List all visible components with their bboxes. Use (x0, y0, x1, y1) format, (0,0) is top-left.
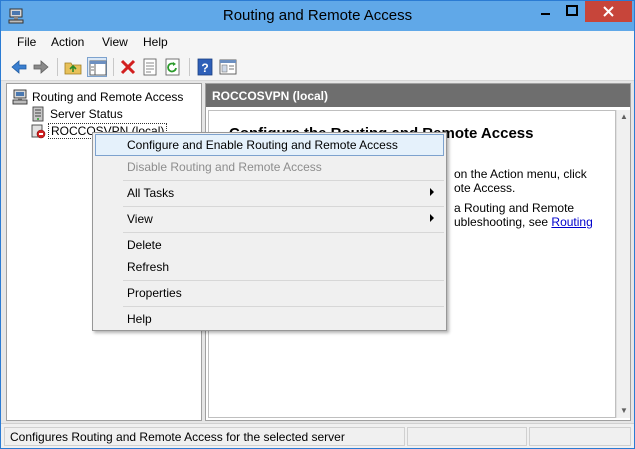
menu-action[interactable]: Action (51, 35, 84, 49)
routing-help-link[interactable]: Routing (551, 215, 592, 229)
toolbar: ? (1, 53, 634, 81)
menu-item-label: Refresh (127, 260, 170, 274)
tree-root-label: Routing and Remote Access (32, 90, 184, 104)
content-text-line: on the Action menu, click (454, 167, 587, 181)
status-cell-tertiary (529, 427, 631, 446)
menu-view[interactable]: View (102, 35, 128, 49)
properties-icon[interactable] (140, 57, 160, 77)
result-pane-header: ROCCOSVPN (local) (206, 84, 630, 107)
console-view-icon[interactable] (218, 57, 238, 77)
toolbar-separator (57, 58, 58, 76)
status-cell-main: Configures Routing and Remote Access for… (4, 427, 405, 446)
tree-item-label: Server Status (50, 107, 123, 121)
svg-text:?: ? (201, 61, 208, 75)
status-bar: Configures Routing and Remote Access for… (1, 423, 634, 448)
submenu-arrow-icon (430, 188, 434, 196)
menu-item-refresh[interactable]: Refresh (95, 256, 444, 278)
menu-item-label: Configure and Enable Routing and Remote … (127, 138, 398, 152)
menu-separator (123, 306, 444, 307)
scroll-up-arrow-icon[interactable]: ▲ (617, 110, 631, 124)
toolbar-separator (113, 58, 114, 76)
server-stopped-icon (30, 123, 46, 139)
menu-separator (123, 280, 444, 281)
menu-item-view[interactable]: View (95, 208, 444, 230)
menu-separator (123, 180, 444, 181)
content-text-line: a Routing and Remote (454, 201, 575, 215)
menu-item-label: Properties (127, 286, 182, 300)
routing-server-icon (12, 89, 28, 105)
menu-item-disable: Disable Routing and Remote Access (95, 156, 444, 178)
refresh-icon[interactable] (163, 57, 183, 77)
context-menu: Configure and Enable Routing and Remote … (92, 132, 447, 331)
status-text: Configures Routing and Remote Access for… (10, 430, 345, 444)
close-button[interactable] (585, 1, 632, 22)
menu-help[interactable]: Help (143, 35, 168, 49)
menu-item-label: Delete (127, 238, 162, 252)
menu-item-properties[interactable]: Properties (95, 282, 444, 304)
minimize-button[interactable] (531, 1, 559, 22)
status-cell-secondary (407, 427, 527, 446)
menu-item-label: View (127, 212, 153, 226)
submenu-arrow-icon (430, 214, 434, 222)
help-icon[interactable]: ? (195, 57, 215, 77)
content-text-fragment: ubleshooting, see (454, 215, 552, 229)
vertical-scrollbar[interactable]: ▲ ▼ (616, 110, 630, 418)
content-text-line: ote Access. (454, 181, 516, 195)
delete-icon[interactable] (118, 57, 138, 77)
menu-item-configure-enable[interactable]: Configure and Enable Routing and Remote … (95, 134, 444, 156)
app-window: Routing and Remote Access File Action Vi… (0, 0, 635, 449)
title-bar[interactable]: Routing and Remote Access (1, 1, 634, 31)
menu-item-label: Help (127, 312, 152, 326)
forward-arrow-icon[interactable] (31, 57, 51, 77)
menu-bar: File Action View Help (1, 31, 634, 53)
content-text-line: ubleshooting, see Routing (454, 215, 593, 229)
scroll-down-arrow-icon[interactable]: ▼ (617, 404, 631, 418)
menu-item-all-tasks[interactable]: All Tasks (95, 182, 444, 204)
show-hide-tree-icon[interactable] (87, 57, 107, 77)
menu-item-label: All Tasks (127, 186, 175, 200)
server-status-icon (30, 106, 46, 122)
menu-item-delete[interactable]: Delete (95, 234, 444, 256)
menu-separator (123, 206, 444, 207)
maximize-button[interactable] (559, 1, 585, 22)
menu-item-help[interactable]: Help (95, 308, 444, 330)
back-arrow-icon[interactable] (9, 57, 29, 77)
up-folder-icon[interactable] (63, 57, 83, 77)
menu-item-label: Disable Routing and Remote Access (127, 160, 322, 174)
toolbar-separator (189, 58, 190, 76)
menu-file[interactable]: File (17, 35, 36, 49)
menu-separator (123, 232, 444, 233)
